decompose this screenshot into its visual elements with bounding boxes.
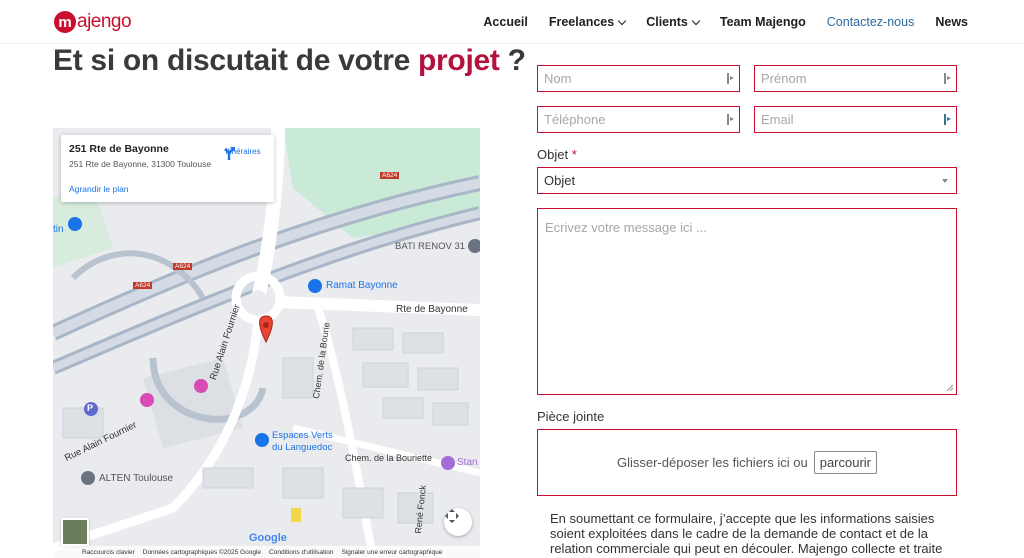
main-nav: Accueil Freelances Clients Team Majengo … [483,0,968,44]
enlarge-map-link[interactable]: Agrandir le plan [69,184,129,194]
google-logo: Google [249,532,287,544]
directions-icon [224,147,235,160]
directions-button[interactable]: Itinéraires [221,145,265,160]
objet-label-text: Objet [537,147,569,162]
nav-label: Clients [646,15,688,29]
prenom-input[interactable] [755,66,956,91]
map-label: ALTEN Toulouse [99,473,174,484]
prenom-field[interactable] [754,65,957,92]
chevron-down-icon [617,16,627,25]
map-label: Rte de Bayonne [396,304,468,315]
nav-item-clients[interactable]: Clients [646,15,701,29]
caret-down-icon [942,179,948,183]
map-footer-terms[interactable]: Conditions d'utilisation [269,549,333,556]
map-label: du Languedoc [272,442,333,453]
nav-label: Team Majengo [719,15,806,29]
page-title-accent: projet [418,44,500,77]
nav-label: Accueil [483,15,528,29]
map-label: tin [53,224,64,235]
map-card-title: 251 Rte de Bayonne [69,143,169,155]
email-input[interactable] [755,107,956,132]
map-footer-shortcuts[interactable]: Raccourcis clavier [82,549,135,556]
map-footer-data: Données cartographiques ©2025 Google [142,548,262,556]
map-label: Chem. de la Bouriette [345,453,433,463]
map-label: BATI RENOV 31 [395,241,466,252]
map-card-address: 251 Rte de Bayonne, 31300 Toulouse [69,159,212,169]
page-title-suffix: ? [507,44,526,77]
nav-item-news[interactable]: News [935,15,968,29]
fullscreen-icon [445,509,459,523]
nav-label: Freelances [548,15,615,29]
autofill-icon [727,73,735,84]
map-label: Ramat Bayonne [326,280,398,291]
page-title: Et si on discutait de votre projet ? [53,44,526,78]
objet-label: Objet * [537,147,577,162]
map-label: Stan [457,457,478,468]
nom-input[interactable] [538,66,739,91]
attachment-label: Pièce jointe [537,409,605,424]
map-label: A624 [380,172,400,179]
chevron-down-icon [691,16,701,25]
parking-icon: P [87,403,94,413]
objet-selected-value: Objet [544,173,576,188]
autofill-icon [727,114,735,125]
objet-select[interactable]: Objet [537,167,957,194]
email-field[interactable] [754,106,957,133]
majengo-logo[interactable]: m ajengo [54,9,132,35]
satellite-toggle[interactable] [61,518,89,546]
nav-label: News [935,15,968,29]
nav-item-freelances[interactable]: Freelances [548,15,627,29]
nav-item-contactez-nous[interactable]: Contactez-nous [827,15,915,29]
nav-label: Contactez-nous [826,15,915,29]
message-textarea[interactable] [538,209,956,394]
nom-field[interactable] [537,65,740,92]
map-label: Espaces Verts [272,430,333,441]
telephone-field[interactable] [537,106,740,133]
telephone-input[interactable] [538,107,739,132]
file-dropzone[interactable]: Glisser-déposer les fichiers ici ou parc… [537,429,957,496]
site-header: m ajengo Accueil Freelances Clients Team… [0,0,1024,44]
nav-item-accueil[interactable]: Accueil [483,15,527,29]
map-label: A624 [133,282,153,289]
map-info-card: 251 Rte de Bayonne 251 Rte de Bayonne, 3… [61,135,274,202]
message-field[interactable] [537,208,957,395]
map-footer-report[interactable]: Signaler une erreur cartographique [342,549,443,556]
logo-text: ajengo [77,11,132,32]
autofill-icon [944,73,952,84]
google-logo-text: Google [249,532,287,544]
resize-handle-icon[interactable] [946,384,954,392]
fullscreen-button[interactable] [444,508,472,536]
map-footer: Raccourcis clavier Données cartographiqu… [53,546,480,558]
google-map[interactable]: BATI RENOV 31 Ramat Bayonne Rte de Bayon… [53,128,480,558]
required-mark: * [571,147,577,162]
nav-item-team-majengo[interactable]: Team Majengo [720,15,806,29]
autofill-icon [944,114,952,125]
consent-text: En soumettant ce formulaire, j’accepte q… [550,511,943,558]
map-label: A624 [173,263,193,270]
page-title-prefix: Et si on discutait de votre [53,44,410,77]
logo-mark: m [54,11,76,33]
browse-button[interactable]: parcourir [813,451,878,474]
dropzone-text: Glisser-déposer les fichiers ici ou [616,455,808,470]
